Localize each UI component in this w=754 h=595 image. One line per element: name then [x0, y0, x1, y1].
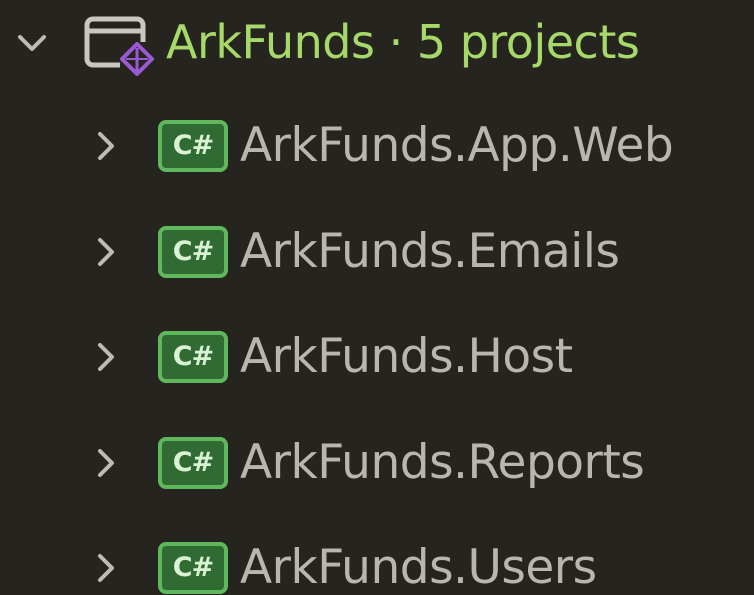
csharp-project-icon: C# [158, 120, 228, 172]
solution-node[interactable]: ArkFunds · 5 projects [0, 0, 754, 92]
csharp-project-icon: C# [158, 437, 228, 489]
chevron-right-icon[interactable] [86, 548, 126, 588]
csharp-project-icon: C# [158, 226, 228, 278]
project-node-app-web[interactable]: C# ArkFunds.App.Web [0, 96, 754, 196]
project-name: ArkFunds.Emails [240, 224, 620, 279]
solution-separator: · [388, 15, 404, 69]
chevron-right-icon[interactable] [86, 337, 126, 377]
chevron-down-icon[interactable] [12, 24, 52, 64]
project-node-users[interactable]: C# ArkFunds.Users [0, 518, 754, 595]
project-name: ArkFunds.Host [240, 329, 573, 384]
csharp-project-icon: C# [158, 331, 228, 383]
csharp-project-icon: C# [158, 542, 228, 594]
solution-name: ArkFunds [166, 15, 375, 69]
chevron-right-icon[interactable] [86, 126, 126, 166]
project-node-reports[interactable]: C# ArkFunds.Reports [0, 413, 754, 513]
solution-explorer-tree: ArkFunds · 5 projects C# ArkFunds.App.We… [0, 0, 754, 595]
project-name: ArkFunds.Reports [240, 435, 645, 490]
project-name: ArkFunds.App.Web [240, 118, 674, 173]
project-node-emails[interactable]: C# ArkFunds.Emails [0, 202, 754, 302]
solution-title: ArkFunds · 5 projects [166, 0, 640, 92]
solution-summary: 5 projects [416, 15, 640, 69]
project-node-host[interactable]: C# ArkFunds.Host [0, 307, 754, 407]
solution-icon [84, 16, 154, 76]
chevron-right-icon[interactable] [86, 232, 126, 272]
chevron-right-icon[interactable] [86, 443, 126, 483]
project-name: ArkFunds.Users [240, 540, 597, 595]
